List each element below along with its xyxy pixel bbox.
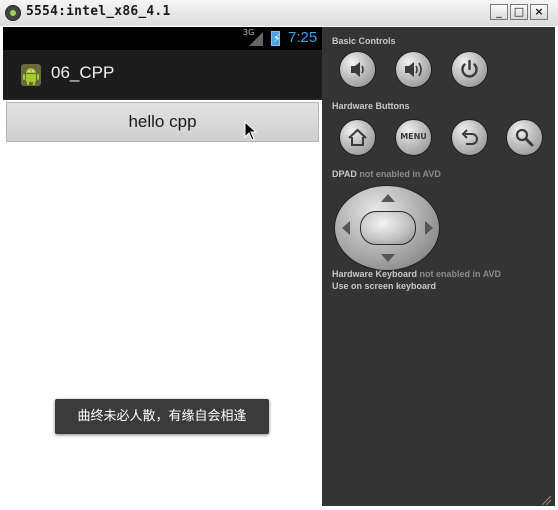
emulator-window-icon xyxy=(5,5,21,21)
dpad-note: not enabled in AVD xyxy=(356,169,441,179)
close-button[interactable]: × xyxy=(530,4,548,20)
search-icon xyxy=(515,128,534,147)
power-icon xyxy=(461,59,478,78)
volume-up-button[interactable] xyxy=(395,51,432,88)
onscreen-keyboard-label: Use on screen keyboard xyxy=(332,281,437,291)
dpad-right-icon[interactable] xyxy=(425,221,433,235)
volume-down-button[interactable] xyxy=(339,51,376,88)
keyboard-label: Hardware Keyboard xyxy=(332,269,418,279)
mouse-cursor-icon xyxy=(244,121,258,141)
search-button[interactable] xyxy=(506,119,543,156)
dpad-label: DPAD xyxy=(332,169,357,179)
menu-icon: MENU xyxy=(400,132,427,141)
dpad-center-button[interactable] xyxy=(360,211,416,245)
back-button[interactable] xyxy=(451,119,488,156)
power-button[interactable] xyxy=(451,51,488,88)
window-title: 5554:intel_x86_4.1 xyxy=(26,4,171,19)
maximize-button[interactable]: □ xyxy=(510,4,528,20)
battery-icon: ⚡ xyxy=(271,31,281,46)
minimize-button[interactable]: _ xyxy=(490,4,508,20)
volume-up-icon xyxy=(405,62,422,77)
action-bar: 06_CPP xyxy=(3,50,322,101)
android-status-bar: 3G ⚡ 7:25 xyxy=(3,27,322,50)
home-icon xyxy=(348,128,367,146)
volume-down-icon xyxy=(351,62,364,77)
menu-button[interactable]: MENU xyxy=(395,119,432,156)
hello-cpp-button[interactable]: hello cpp xyxy=(6,102,319,142)
status-clock: 7:25 xyxy=(288,29,318,46)
back-icon xyxy=(461,129,478,145)
dpad-left-icon[interactable] xyxy=(342,221,350,235)
keyboard-note: not enabled in AVD xyxy=(417,269,502,279)
hardware-buttons-title: Hardware Buttons xyxy=(332,101,410,111)
basic-controls-title: Basic Controls xyxy=(332,36,396,46)
dpad-down-icon[interactable] xyxy=(381,254,395,262)
resize-grip-icon[interactable] xyxy=(540,494,552,506)
keyboard-title: Hardware Keyboard not enabled in AVD xyxy=(332,269,501,279)
signal-icon xyxy=(249,32,263,46)
app-title: 06_CPP xyxy=(51,63,115,82)
dpad-up-icon[interactable] xyxy=(381,194,395,202)
android-app-icon xyxy=(21,64,41,86)
window-titlebar[interactable]: 5554:intel_x86_4.1 _ □ × xyxy=(0,0,558,27)
dpad-icon[interactable] xyxy=(334,185,440,271)
dpad-title: DPAD not enabled in AVD xyxy=(332,169,441,179)
app-content: hello cpp xyxy=(3,100,322,506)
toast-message: 曲终未必人散，有缘自会相逢 xyxy=(55,399,269,434)
emulator-control-panel: Basic Controls Hardware Buttons MENU DPA… xyxy=(322,27,555,506)
home-button[interactable] xyxy=(339,119,376,156)
